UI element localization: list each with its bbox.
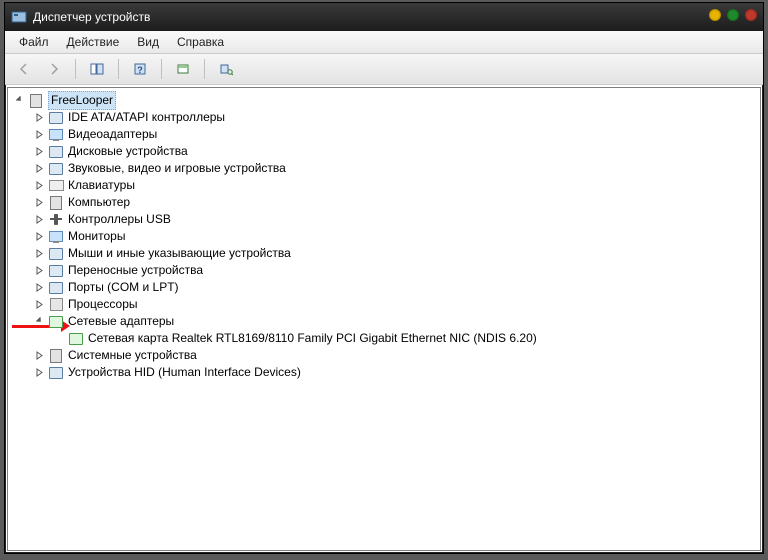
content-pane: FreeLooper IDE ATA/ATAPI контроллеры Вид… [7, 87, 761, 551]
tree-device-realtek-nic[interactable]: Сетевая карта Realtek RTL8169/8110 Famil… [54, 330, 537, 347]
window-title: Диспетчер устройств [33, 10, 150, 24]
tree-category[interactable]: Процессоры [34, 296, 537, 313]
portable-device-icon [48, 263, 64, 279]
display-adapter-icon [48, 127, 64, 143]
tree-item-label: Мыши и иные указывающие устройства [68, 245, 291, 262]
tree-item-label: Звуковые, видео и игровые устройства [68, 160, 286, 177]
expand-toggle[interactable] [34, 163, 46, 175]
expand-toggle[interactable] [34, 367, 46, 379]
monitor-icon [48, 229, 64, 245]
menu-file[interactable]: Файл [11, 33, 57, 51]
hid-device-icon [48, 365, 64, 381]
tree-category[interactable]: Звуковые, видео и игровые устройства [34, 160, 537, 177]
tree-item-label: Компьютер [68, 194, 130, 211]
tree-root-label: FreeLooper [48, 91, 116, 110]
spacer [54, 333, 66, 345]
tree-category[interactable]: IDE ATA/ATAPI контроллеры [34, 109, 537, 126]
devices-printers-button[interactable] [213, 57, 239, 81]
toolbar-separator [161, 59, 162, 79]
expand-toggle[interactable] [34, 180, 46, 192]
expand-toggle[interactable] [34, 299, 46, 311]
tree-item-label: IDE ATA/ATAPI контроллеры [68, 109, 225, 126]
tree-root[interactable]: FreeLooper [14, 92, 537, 109]
tree-children: IDE ATA/ATAPI контроллеры Видеоадаптеры … [34, 109, 537, 381]
keyboard-icon [48, 178, 64, 194]
tree-item-label: Клавиатуры [68, 177, 135, 194]
tree-category[interactable]: Мыши и иные указывающие устройства [34, 245, 537, 262]
system-device-icon [48, 348, 64, 364]
tree-category[interactable]: Клавиатуры [34, 177, 537, 194]
expand-toggle[interactable] [34, 248, 46, 260]
app-icon [11, 9, 27, 25]
tree-category[interactable]: Мониторы [34, 228, 537, 245]
tree-subchildren: Сетевая карта Realtek RTL8169/8110 Famil… [54, 330, 537, 347]
close-button[interactable] [745, 9, 757, 21]
menu-help[interactable]: Справка [169, 33, 232, 51]
expand-toggle[interactable] [34, 282, 46, 294]
tree-item-label: Системные устройства [68, 347, 197, 364]
tree-category[interactable]: Видеоадаптеры [34, 126, 537, 143]
tree-item-label: Контроллеры USB [68, 211, 171, 228]
tree-category[interactable]: Переносные устройства [34, 262, 537, 279]
window-controls [709, 9, 757, 21]
expand-toggle[interactable] [34, 316, 46, 328]
network-adapter-icon [68, 331, 84, 347]
expand-toggle[interactable] [34, 112, 46, 124]
usb-controller-icon [48, 212, 64, 228]
toolbar-separator [118, 59, 119, 79]
show-hide-tree-button[interactable] [84, 57, 110, 81]
help-button[interactable]: ? [127, 57, 153, 81]
processor-icon [48, 297, 64, 313]
tree-item-label: Сетевая карта Realtek RTL8169/8110 Famil… [88, 330, 537, 347]
computer-icon [48, 195, 64, 211]
expand-toggle[interactable] [34, 197, 46, 209]
expand-toggle[interactable] [34, 214, 46, 226]
tree-item-label: Устройства HID (Human Interface Devices) [68, 364, 301, 381]
port-icon [48, 280, 64, 296]
minimize-button[interactable] [709, 9, 721, 21]
menubar: Файл Действие Вид Справка [5, 31, 763, 54]
tree-item-label: Переносные устройства [68, 262, 203, 279]
tree-item-label: Видеоадаптеры [68, 126, 157, 143]
tree-category[interactable]: Устройства HID (Human Interface Devices) [34, 364, 537, 381]
tree-category[interactable]: Компьютер [34, 194, 537, 211]
tree-item-label: Порты (COM и LPT) [68, 279, 179, 296]
tree-category-network-adapters[interactable]: Сетевые адаптеры [34, 313, 537, 330]
expand-toggle[interactable] [34, 265, 46, 277]
tree-item-label: Сетевые адаптеры [68, 313, 174, 330]
expand-toggle[interactable] [34, 129, 46, 141]
device-manager-window: Диспетчер устройств Файл Действие Вид Сп… [4, 2, 764, 554]
expand-toggle[interactable] [14, 95, 26, 107]
tree-item-label: Мониторы [68, 228, 125, 245]
toolbar-separator [75, 59, 76, 79]
expand-toggle[interactable] [34, 231, 46, 243]
back-button[interactable] [11, 57, 37, 81]
menu-action[interactable]: Действие [59, 33, 128, 51]
svg-text:?: ? [137, 65, 143, 75]
maximize-button[interactable] [727, 9, 739, 21]
device-tree[interactable]: FreeLooper IDE ATA/ATAPI контроллеры Вид… [8, 88, 537, 550]
network-adapter-icon [48, 314, 64, 330]
expand-toggle[interactable] [34, 350, 46, 362]
forward-button[interactable] [41, 57, 67, 81]
tree-item-label: Процессоры [68, 296, 138, 313]
tree-category[interactable]: Системные устройства [34, 347, 537, 364]
tree-category[interactable]: Порты (COM и LPT) [34, 279, 537, 296]
tree-category[interactable]: Дисковые устройства [34, 143, 537, 160]
toolbar-separator [204, 59, 205, 79]
menu-view[interactable]: Вид [129, 33, 167, 51]
ide-controller-icon [48, 110, 64, 126]
expand-toggle[interactable] [34, 146, 46, 158]
mouse-icon [48, 246, 64, 262]
titlebar[interactable]: Диспетчер устройств [5, 3, 763, 31]
scan-hardware-button[interactable] [170, 57, 196, 81]
sound-device-icon [48, 161, 64, 177]
tree-item-label: Дисковые устройства [68, 143, 188, 160]
disk-drive-icon [48, 144, 64, 160]
computer-icon [28, 93, 44, 109]
tree-category[interactable]: Контроллеры USB [34, 211, 537, 228]
toolbar: ? [5, 54, 763, 85]
